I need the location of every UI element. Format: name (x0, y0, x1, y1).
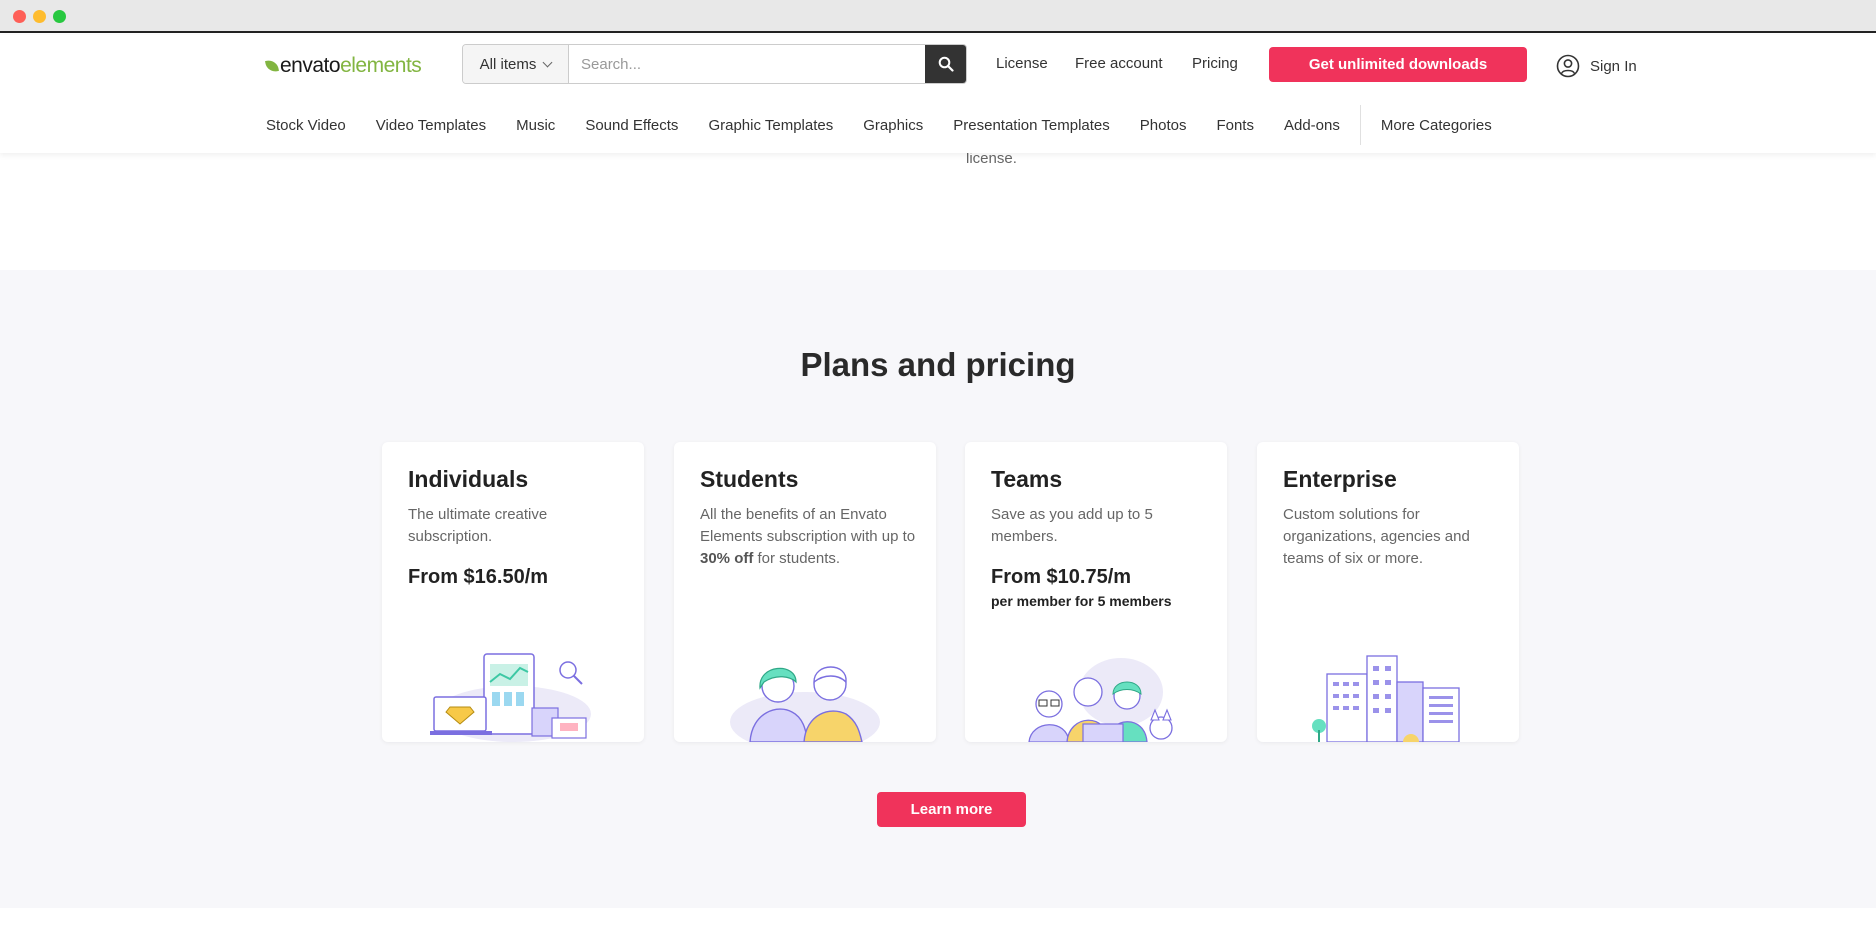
category-link-graphic-templates[interactable]: Graphic Templates (708, 117, 833, 134)
plan-price-subtext: per member for 5 members (991, 593, 1172, 609)
category-link-graphics[interactable]: Graphics (863, 117, 923, 134)
category-link-photos[interactable]: Photos (1140, 117, 1187, 134)
category-select[interactable]: All items (463, 45, 569, 83)
search-bar: All items (462, 44, 967, 84)
site-header: envato elements All items License Free a… (0, 35, 1876, 153)
plans-title: Plans and pricing (800, 346, 1076, 383)
get-unlimited-downloads-button[interactable]: Get unlimited downloads (1269, 47, 1527, 82)
category-link-presentation-templates[interactable]: Presentation Templates (953, 117, 1109, 134)
plan-description: Custom solutions for organizations, agen… (1283, 506, 1470, 567)
plan-title: Students (700, 466, 799, 492)
plan-card-teams[interactable]: Teams Save as you add up to 5 members. F… (965, 442, 1227, 742)
window-titlebar (0, 0, 1876, 33)
user-circle-icon (1556, 54, 1580, 78)
license-link[interactable]: License (996, 55, 1048, 72)
leaf-icon (265, 59, 279, 73)
plan-card-individuals[interactable]: Individuals The ultimate creative subscr… (382, 442, 644, 742)
category-link-stock-video[interactable]: Stock Video (266, 117, 346, 134)
category-nav: Stock Video Video Templates Music Sound … (266, 105, 1522, 145)
individuals-illustration (430, 653, 591, 742)
free-account-link[interactable]: Free account (1075, 55, 1163, 72)
category-link-add-ons[interactable]: Add-ons (1284, 117, 1340, 134)
pricing-link[interactable]: Pricing (1192, 55, 1238, 72)
plans-section: Plans and pricing Individuals The ultima… (0, 270, 1876, 908)
plan-title: Teams (991, 466, 1063, 492)
plan-title: Individuals (408, 466, 529, 492)
plan-title: Enterprise (1283, 466, 1397, 492)
minimize-window-button[interactable] (33, 10, 46, 23)
sign-in-label: Sign In (1590, 57, 1637, 75)
category-link-sound-effects[interactable]: Sound Effects (585, 117, 678, 134)
category-link-video-templates[interactable]: Video Templates (376, 117, 486, 134)
close-window-button[interactable] (13, 10, 26, 23)
nav-divider (1359, 105, 1361, 145)
plan-card-students[interactable]: Students All the benefits of an Envato E… (674, 442, 936, 742)
learn-more-button[interactable]: Learn more (877, 792, 1026, 827)
category-select-label: All items (479, 55, 537, 73)
plan-price: From $10.75/m (991, 566, 1132, 588)
plan-description: All the benefits of an Envato Elements s… (700, 506, 916, 567)
teams-illustration (1028, 658, 1173, 742)
chevron-down-icon (542, 57, 553, 67)
search-icon (938, 56, 954, 72)
plan-price: From $16.50/m (408, 566, 549, 588)
plan-description: Save as you add up to 5 members. (991, 506, 1153, 545)
plan-card-enterprise[interactable]: Enterprise Custom solutions for organiza… (1257, 442, 1519, 742)
search-input[interactable] (569, 45, 925, 83)
students-illustration (730, 666, 880, 742)
category-link-music[interactable]: Music (516, 117, 555, 134)
search-button[interactable] (925, 45, 966, 83)
discount-highlight: 30% off (700, 550, 754, 567)
plan-description: The ultimate creative subscription. (408, 506, 548, 545)
more-categories-link[interactable]: More Categories (1381, 117, 1492, 134)
enterprise-illustration (1312, 655, 1460, 742)
category-link-fonts[interactable]: Fonts (1216, 117, 1254, 134)
maximize-window-button[interactable] (53, 10, 66, 23)
sign-in-link[interactable]: Sign In (1556, 54, 1637, 78)
envato-elements-logo[interactable]: envato elements (265, 51, 422, 81)
